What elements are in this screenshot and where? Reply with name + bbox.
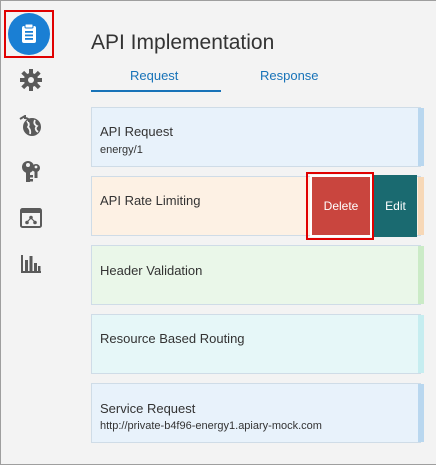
gear-icon [20,69,42,91]
policy-card-resource-routing[interactable]: Resource Based Routing [91,314,424,374]
delete-button[interactable]: Delete [310,175,372,237]
sidebar-item-deployment[interactable] [14,201,48,235]
tab-request[interactable]: Request [130,68,178,83]
bar-chart-icon [21,255,41,273]
main-panel: API Implementation Request Response API … [62,1,436,464]
card-subtitle: http://private-b4f96-energy1.apiary-mock… [100,420,322,432]
tab-response[interactable]: Response [260,68,319,83]
card-title: API Request [100,124,173,139]
sidebar-item-globe[interactable] [14,109,48,143]
active-tab-indicator [91,90,221,92]
policy-card-service-request[interactable]: Service Request http://private-b4f96-ene… [91,383,424,443]
hierarchy-icon [20,208,42,228]
card-title: Service Request [100,401,196,416]
card-edge [418,246,424,304]
card-title: Header Validation [100,263,203,278]
sidebar-item-security[interactable] [14,155,48,189]
card-title: Resource Based Routing [100,331,245,346]
policy-card-header-validation[interactable]: Header Validation [91,245,424,305]
card-subtitle: energy/1 [100,144,143,156]
page-title: API Implementation [91,31,275,54]
keys-icon [22,161,40,182]
sidebar-item-analytics[interactable] [14,247,48,281]
sidebar-item-settings[interactable] [14,63,48,97]
globe-icon [19,115,41,136]
app-frame: API Implementation Request Response API … [0,0,436,465]
card-edge [418,315,424,373]
clipboard-icon [22,24,36,43]
card-title: API Rate Limiting [100,193,201,208]
card-edge [418,384,424,442]
sidebar-item-implementation[interactable] [8,13,50,55]
policy-card-api-request[interactable]: API Request energy/1 [91,107,424,167]
card-edge [418,177,424,235]
sidebar [1,1,62,464]
edit-button[interactable]: Edit [374,175,417,237]
card-edge [418,108,424,166]
